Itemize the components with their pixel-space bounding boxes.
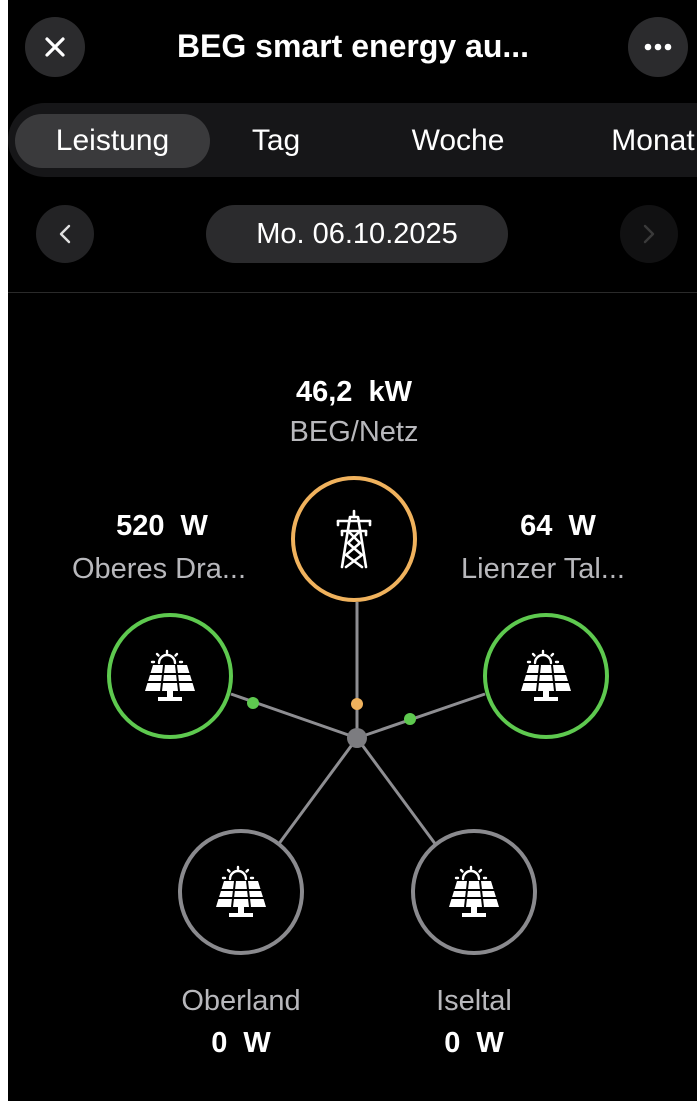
producer-iseltal-node[interactable] — [411, 829, 537, 955]
producer-iseltal-value: 0 W — [444, 1027, 504, 1059]
producer-lienzer-tal-value: 64 W — [520, 510, 596, 542]
power-pylon-icon — [336, 509, 372, 569]
flow-dot-right — [404, 713, 416, 725]
producer-oberland-label: Oberland — [181, 985, 301, 1017]
flow-line-bottom-left — [276, 737, 359, 846]
producer-oberland-node[interactable] — [178, 829, 304, 955]
hub-node — [347, 728, 367, 748]
producer-lienzer-tal-label: Lienzer Tal... — [461, 553, 625, 585]
energy-flow-diagram: 46,2 kW BEG/Netz 520 W Oberes Dra... 64 … — [8, 0, 697, 1101]
grid-power-value: 46,2 kW — [295, 376, 413, 408]
app-screen: BEG smart energy au... Leistung Tag Woch… — [8, 0, 697, 1101]
producer-oberes-drautal-label: Oberes Dra... — [71, 553, 247, 585]
producer-lienzer-tal-node[interactable] — [483, 613, 609, 739]
grid-label: BEG/Netz — [289, 416, 419, 448]
solar-panel-icon — [145, 649, 195, 701]
flow-line-bottom-right — [355, 737, 438, 846]
solar-panel-icon — [216, 865, 266, 917]
flow-line-right — [356, 692, 486, 740]
producer-iseltal-label: Iseltal — [436, 985, 512, 1017]
grid-node[interactable] — [291, 476, 417, 602]
solar-panel-icon — [521, 649, 571, 701]
solar-panel-icon — [449, 865, 499, 917]
flow-dot-grid — [351, 698, 363, 710]
producer-oberes-drautal-value: 520 W — [116, 510, 208, 542]
producer-oberes-drautal-node[interactable] — [107, 613, 233, 739]
producer-oberland-value: 0 W — [211, 1027, 271, 1059]
flow-dot-left — [247, 697, 259, 709]
